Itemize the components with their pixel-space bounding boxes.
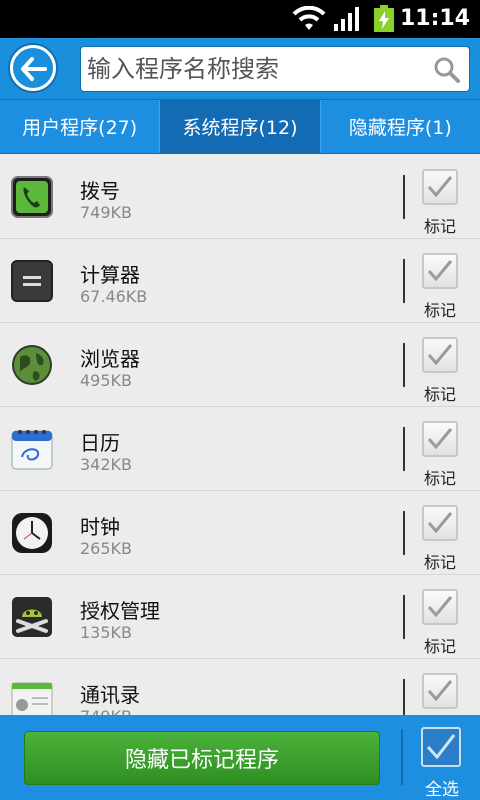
app-size: 265KB [80,539,133,558]
tab-bar: 用户程序(27) 系统程序(12) 隐藏程序(1) [0,100,480,154]
app-size: 135KB [80,623,133,642]
search-box [80,46,470,92]
mark-label: 标记 [424,385,457,404]
header [0,38,480,100]
status-time: 11:14 [399,6,470,31]
mark-checkbox[interactable] [422,169,458,205]
battery-charging-icon [374,5,394,32]
app-name: 通讯录 [80,683,140,707]
checkmark-icon [427,260,453,282]
mark-label: 标记 [424,301,457,320]
app-name: 授权管理 [80,599,160,623]
mark-checkbox[interactable] [422,421,458,457]
app-size: 749KB [80,707,132,715]
calculator-icon [11,260,53,302]
mark-checkbox[interactable] [422,589,458,625]
list-item[interactable]: 拨号 749KB 标记 [0,155,480,239]
mark-checkbox[interactable] [422,337,458,373]
bottom-bar: 隐藏已标记程序 全选 [0,715,480,800]
superuser-icon [12,597,52,637]
search-input[interactable] [87,50,427,88]
hide-marked-apps-button[interactable]: 隐藏已标记程序 [24,731,380,785]
checkmark-icon [427,512,453,534]
mark-checkbox[interactable] [422,253,458,289]
app-name: 拨号 [80,179,120,203]
app-name: 计算器 [80,263,140,287]
app-list[interactable]: 拨号 749KB 标记 计算器 67.46KB 标记 浏览器 495KB 标记 … [0,155,480,715]
divider [403,427,405,471]
select-all-checkbox[interactable] [421,727,461,767]
app-name: 浏览器 [80,347,140,371]
status-bar: 11:14 [0,0,480,38]
select-all-label: 全选 [425,780,459,800]
app-name: 时钟 [80,515,120,539]
tab-system-apps[interactable]: 系统程序(12) [160,100,321,153]
app-size: 67.46KB [80,287,148,306]
list-item[interactable]: 时钟 265KB 标记 [0,491,480,575]
calendar-icon [11,430,53,470]
divider [403,511,405,555]
mark-label: 标记 [424,217,457,236]
tab-user-apps[interactable]: 用户程序(27) [0,100,161,153]
mark-label: 标记 [424,637,457,656]
mark-checkbox[interactable] [422,673,458,709]
app-size: 749KB [80,203,133,222]
divider [403,343,405,387]
phone-icon [11,176,53,218]
mark-label: 标记 [424,469,457,488]
mark-label: 标记 [424,553,457,572]
divider [403,175,405,219]
list-item[interactable]: 通讯录 749KB 标记 [0,659,480,715]
checkmark-icon [427,344,453,366]
wifi-icon [292,6,326,30]
app-size: 495KB [80,371,133,390]
app-name: 日历 [80,431,120,455]
contacts-icon [11,682,53,715]
checkmark-icon [427,428,453,450]
divider [403,679,405,715]
checkmark-icon [427,176,453,198]
divider [403,259,405,303]
signal-icon [334,7,359,31]
divider [403,595,405,639]
search-icon[interactable] [433,56,461,84]
back-button[interactable] [10,45,56,91]
list-item[interactable]: 计算器 67.46KB 标记 [0,239,480,323]
list-item[interactable]: 授权管理 135KB 标记 [0,575,480,659]
list-item[interactable]: 日历 342KB 标记 [0,407,480,491]
tab-hidden-apps[interactable]: 隐藏程序(1) [321,100,480,153]
clock-icon [12,513,52,553]
app-size: 342KB [80,455,133,474]
checkmark-icon [427,596,453,618]
globe-icon [12,345,52,385]
mark-checkbox[interactable] [422,505,458,541]
back-arrow-icon [21,57,47,81]
checkmark-icon [426,734,456,760]
divider [401,729,403,785]
list-item[interactable]: 浏览器 495KB 标记 [0,323,480,407]
checkmark-icon [427,680,453,702]
